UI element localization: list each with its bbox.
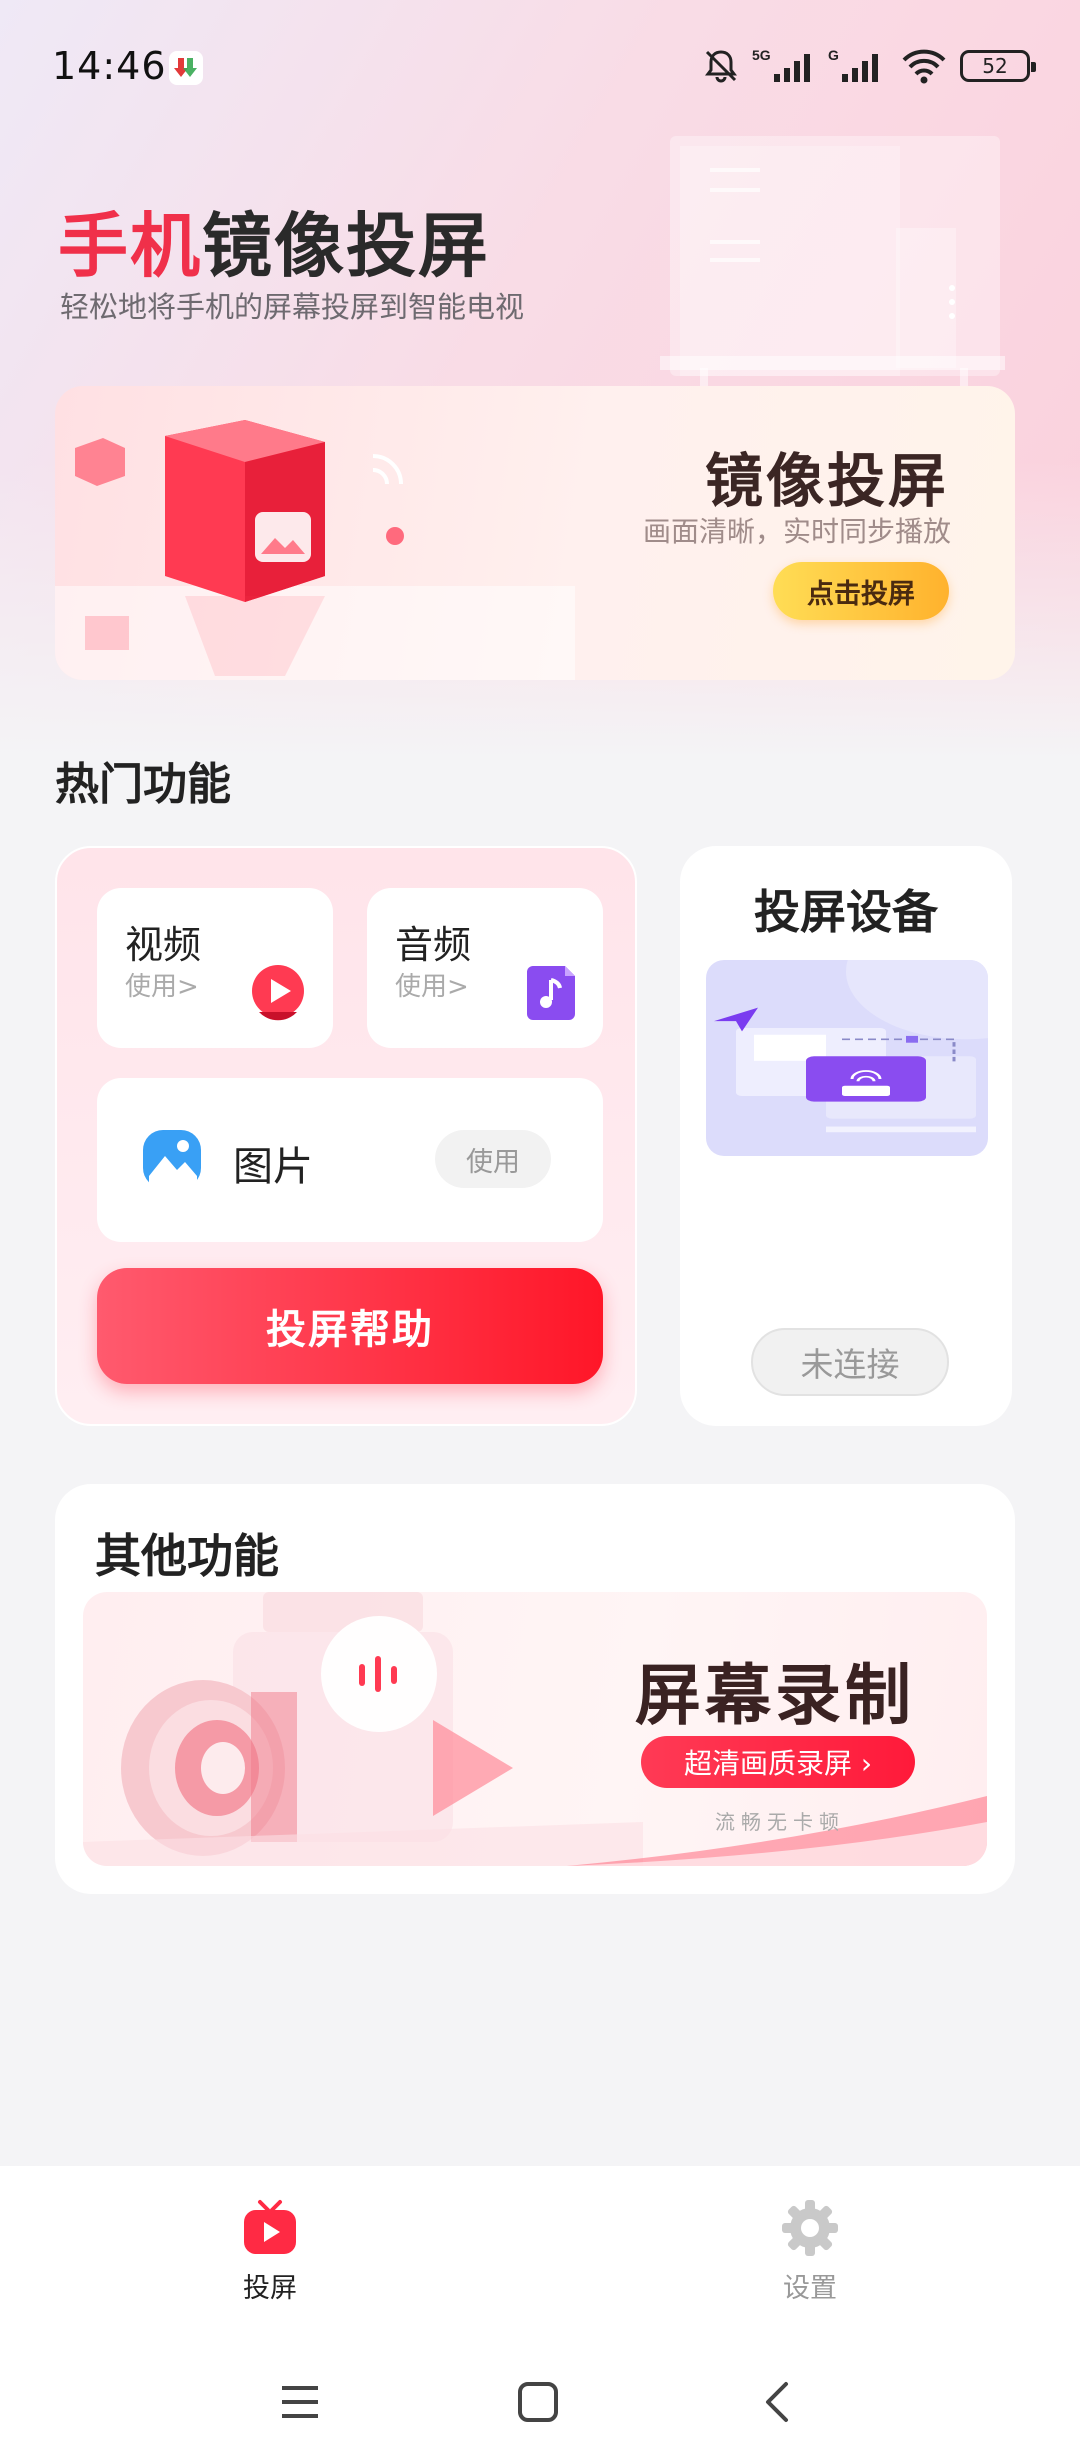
tab-cast[interactable]: 投屏 bbox=[210, 2198, 330, 2305]
hd-record-button[interactable]: 超清画质录屏 › bbox=[641, 1736, 915, 1788]
hot-features-card: 视频 使用> 音频 使用> 图片 使用 投屏帮助 bbox=[55, 846, 637, 1426]
hot-features-title: 热门功能 bbox=[55, 759, 231, 810]
back-icon[interactable] bbox=[756, 2380, 800, 2424]
photo-tile[interactable]: 图片 使用 bbox=[97, 1078, 603, 1242]
banner-subtitle: 画面清晰，实时同步播放 bbox=[642, 515, 951, 548]
app-notification-icon bbox=[169, 51, 203, 85]
tab-cast-label: 投屏 bbox=[243, 2273, 297, 2304]
camera-illustration bbox=[83, 1592, 643, 1866]
music-note-icon bbox=[527, 966, 575, 1020]
start-cast-button[interactable]: 点击投屏 bbox=[773, 562, 949, 620]
photo-label: 图片 bbox=[233, 1144, 313, 1190]
banner-title: 镜像投屏 bbox=[704, 447, 949, 515]
device-card-title: 投屏设备 bbox=[754, 885, 938, 939]
title-rest: 镜像投屏 bbox=[202, 205, 490, 287]
menu-icon[interactable] bbox=[278, 2380, 322, 2424]
system-navigation-bar bbox=[0, 2340, 1080, 2460]
record-title: 屏幕录制 bbox=[635, 1657, 915, 1734]
home-icon[interactable] bbox=[516, 2380, 560, 2424]
connection-status-button[interactable]: 未连接 bbox=[751, 1328, 949, 1396]
video-use-link: 使用> bbox=[125, 972, 199, 1002]
tv-illustration bbox=[660, 136, 1005, 390]
cast-help-button[interactable]: 投屏帮助 bbox=[97, 1268, 603, 1384]
cube-illustration bbox=[55, 420, 575, 680]
tab-settings[interactable]: 设置 bbox=[750, 2198, 870, 2305]
audio-use-link: 使用> bbox=[395, 972, 469, 1002]
device-illustration bbox=[706, 960, 988, 1156]
mirror-cast-banner[interactable]: 镜像投屏 画面清晰，实时同步播放 点击投屏 bbox=[55, 386, 1015, 680]
photo-use-button[interactable]: 使用 bbox=[435, 1130, 551, 1188]
page-title: 手机镜像投屏 bbox=[58, 190, 490, 291]
cast-device-card[interactable]: 投屏设备 未连接 bbox=[680, 846, 1012, 1426]
other-features-title: 其他功能 bbox=[95, 1529, 279, 1583]
audio-label: 音频 bbox=[395, 923, 472, 967]
other-features-card: 其他功能 屏幕录制 超清画质录屏 › 流畅无卡顿 bbox=[55, 1484, 1015, 1894]
screen-record-banner[interactable]: 屏幕录制 超清画质录屏 › 流畅无卡顿 bbox=[83, 1592, 987, 1866]
status-time: 14:46 bbox=[52, 44, 167, 88]
video-label: 视频 bbox=[125, 923, 202, 967]
video-play-icon bbox=[252, 965, 304, 1021]
gear-icon bbox=[782, 2200, 838, 2256]
page-subtitle: 轻松地将手机的屏幕投屏到智能电视 bbox=[60, 290, 525, 324]
audio-tile[interactable]: 音频 使用> bbox=[367, 888, 603, 1048]
title-accent: 手机 bbox=[58, 205, 202, 287]
image-icon bbox=[143, 1130, 201, 1190]
tv-play-icon bbox=[244, 2200, 296, 2254]
record-subtitle: 流畅无卡顿 bbox=[715, 1810, 845, 1834]
video-tile[interactable]: 视频 使用> bbox=[97, 888, 333, 1048]
tab-settings-label: 设置 bbox=[783, 2273, 837, 2304]
